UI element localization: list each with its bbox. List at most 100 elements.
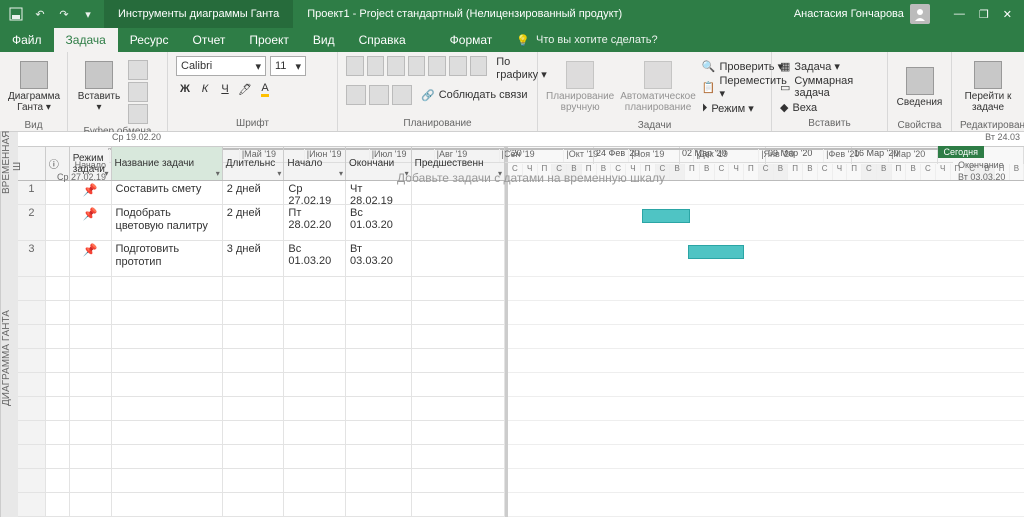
milestone-icon: ◆ — [780, 101, 788, 114]
information-button[interactable]: Сведения — [896, 56, 943, 118]
col-name[interactable]: Название задачи▾ — [112, 147, 223, 180]
col-start[interactable]: Начало▾ — [284, 147, 346, 180]
gantt-row[interactable] — [508, 469, 1024, 493]
milestone-button[interactable]: ◆Веха — [780, 101, 879, 114]
task-bar[interactable] — [642, 209, 690, 223]
col-duration[interactable]: Длительнс▾ — [223, 147, 285, 180]
pct50-button[interactable] — [428, 56, 446, 76]
gantt-row[interactable] — [508, 373, 1024, 397]
table-row[interactable] — [18, 493, 505, 517]
insert-task-button[interactable]: ▦Задача ▾ — [780, 60, 879, 73]
underline-button[interactable]: Ч — [216, 80, 234, 98]
font-color-button[interactable]: 🖊 — [236, 80, 254, 98]
outdent-button[interactable] — [346, 56, 364, 76]
group-view: Вид — [8, 118, 59, 131]
manual-schedule-button[interactable]: Планирование вручную — [546, 56, 614, 118]
pct75-button[interactable] — [449, 56, 467, 76]
gantt-row[interactable] — [508, 277, 1024, 301]
minimize-icon[interactable]: — — [954, 8, 965, 20]
table-row[interactable] — [18, 325, 505, 349]
font-family-select[interactable]: Calibri▾ — [176, 56, 266, 76]
cell-name[interactable]: Подготовить прототип — [112, 241, 223, 276]
pct25-button[interactable] — [408, 56, 426, 76]
italic-button[interactable]: К — [196, 80, 214, 98]
col-predecessors[interactable]: Предшественн▾ — [412, 147, 505, 180]
table-row[interactable] — [18, 469, 505, 493]
font-size-select[interactable]: 11▾ — [270, 56, 306, 76]
unlink-button[interactable] — [369, 85, 389, 105]
col-rownum[interactable] — [18, 147, 46, 180]
gantt-row[interactable] — [508, 349, 1024, 373]
bold-button[interactable]: Ж — [176, 80, 194, 98]
cell-predecessors[interactable] — [412, 241, 505, 276]
table-row[interactable]: 2📌Подобрать цветовую палитру2 днейПт 28.… — [18, 205, 505, 241]
timeline-side-label: ВРЕМЕННАЯ Ш — [0, 132, 18, 200]
indent-button[interactable] — [367, 56, 385, 76]
tell-me[interactable]: 💡 Что вы хотите сделать? — [504, 28, 669, 52]
fill-color-button[interactable]: A — [256, 80, 274, 98]
scroll-to-task-button[interactable]: Перейти к задаче — [960, 56, 1016, 118]
redo-icon[interactable]: ↷ — [56, 6, 72, 22]
pin-icon: 📌 — [83, 207, 98, 221]
gantt-row[interactable] — [508, 493, 1024, 517]
task-bar[interactable] — [688, 245, 744, 259]
gantt-chart-button[interactable]: Диаграмма Ганта ▾ — [8, 56, 60, 118]
tab-view[interactable]: Вид — [301, 28, 347, 52]
col-finish[interactable]: Окончани▾ — [346, 147, 412, 180]
gantt-row[interactable] — [508, 301, 1024, 325]
timeline-panel[interactable]: Ср 19.02.20 Вт 24.03 Начало Ср 27.02.19 … — [18, 132, 1024, 147]
cell-duration[interactable]: 3 дней — [223, 241, 285, 276]
gantt-row[interactable] — [508, 445, 1024, 469]
table-row[interactable] — [18, 421, 505, 445]
avatar-icon[interactable] — [910, 4, 930, 24]
format-painter-button[interactable] — [128, 104, 148, 124]
auto-schedule-button[interactable]: Автоматическое планирование — [620, 56, 696, 118]
table-row[interactable] — [18, 349, 505, 373]
tab-format[interactable]: Формат — [438, 28, 505, 52]
summary-icon: ▭ — [780, 81, 790, 94]
tab-resource[interactable]: Ресурс — [118, 28, 181, 52]
copy-button[interactable] — [128, 82, 148, 102]
tab-file[interactable]: Файл — [0, 28, 54, 52]
table-row[interactable] — [18, 301, 505, 325]
cell-finish[interactable]: Вт 03.03.20 — [346, 241, 412, 276]
undo-icon[interactable]: ↶ — [32, 6, 48, 22]
tab-report[interactable]: Отчет — [180, 28, 237, 52]
tab-help[interactable]: Справка — [347, 28, 418, 52]
cell-name[interactable]: Подобрать цветовую палитру — [112, 205, 223, 240]
gantt-row[interactable] — [508, 421, 1024, 445]
restore-icon[interactable]: ❐ — [979, 8, 989, 21]
gantt-row[interactable] — [508, 397, 1024, 421]
table-row[interactable] — [18, 277, 505, 301]
save-icon[interactable] — [8, 6, 24, 22]
tab-project[interactable]: Проект — [237, 28, 301, 52]
gantt-row[interactable] — [508, 325, 1024, 349]
today-label: Сегодня — [938, 146, 985, 158]
paste-button[interactable]: Вставить ▾ — [76, 56, 122, 118]
split-button[interactable] — [392, 85, 412, 105]
cell-duration[interactable]: 2 дней — [223, 205, 285, 240]
gantt-row[interactable] — [508, 205, 1024, 241]
cut-button[interactable] — [128, 60, 148, 80]
pct100-button[interactable] — [470, 56, 488, 76]
group-insert: Вставить — [780, 116, 879, 129]
cell-start[interactable]: Пт 28.02.20 — [284, 205, 346, 240]
summary-task-button[interactable]: ▭Суммарная задача — [780, 75, 879, 99]
link-button[interactable] — [346, 85, 366, 105]
pct0-button[interactable] — [387, 56, 405, 76]
table-row[interactable] — [18, 373, 505, 397]
col-indicators[interactable]: ⓘ — [46, 147, 70, 180]
table-row[interactable] — [18, 445, 505, 469]
qat-dropdown-icon[interactable]: ▾ — [80, 6, 96, 22]
table-row[interactable] — [18, 397, 505, 421]
cell-finish[interactable]: Вс 01.03.20 — [346, 205, 412, 240]
tab-task[interactable]: Задача — [54, 28, 118, 52]
gantt-row[interactable] — [508, 181, 1024, 205]
gantt-row[interactable] — [508, 241, 1024, 277]
close-icon[interactable]: ✕ — [1003, 8, 1012, 21]
col-mode[interactable]: Режим задачи▾ — [70, 147, 112, 180]
cell-predecessors[interactable] — [412, 205, 505, 240]
respect-links-button[interactable]: 🔗Соблюдать связи — [421, 89, 527, 102]
table-row[interactable]: 3📌Подготовить прототип3 днейВс 01.03.20В… — [18, 241, 505, 277]
cell-start[interactable]: Вс 01.03.20 — [284, 241, 346, 276]
